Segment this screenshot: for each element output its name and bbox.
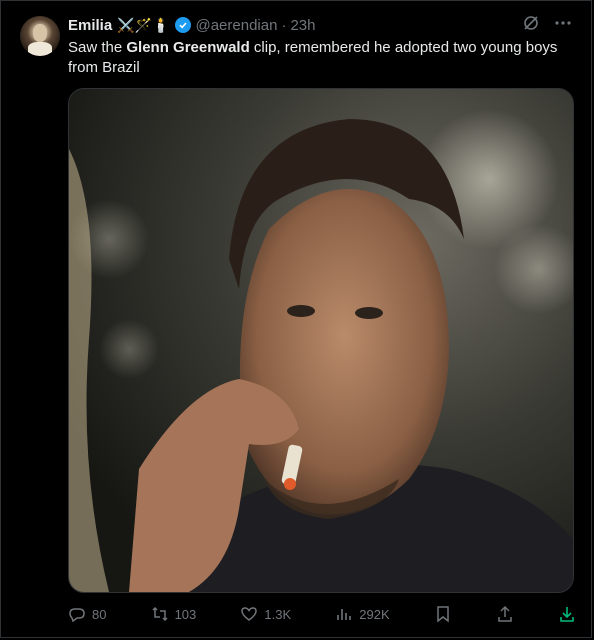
- repost-icon: [151, 605, 169, 623]
- verified-badge-icon[interactable]: [175, 17, 192, 33]
- grok-icon[interactable]: [522, 14, 540, 37]
- repost-button[interactable]: 103: [151, 605, 197, 623]
- tweet-text-bold: Glenn Greenwald: [126, 39, 250, 56]
- header-actions: [522, 14, 572, 37]
- tweet-actions: 80 103 1.3K 292K: [68, 603, 576, 625]
- author-badges: ⚔️🪄🕯️: [117, 16, 170, 33]
- tweet-media-image[interactable]: [68, 88, 574, 593]
- avatar-collar: [28, 42, 52, 56]
- reply-count: 80: [92, 606, 107, 622]
- reply-button[interactable]: 80: [68, 605, 106, 623]
- share-button[interactable]: [496, 605, 514, 623]
- separator-dot: ·: [281, 16, 287, 34]
- bookmark-icon: [434, 605, 452, 623]
- views-button[interactable]: 292K: [335, 605, 390, 623]
- avatar[interactable]: [20, 16, 60, 56]
- author-name[interactable]: Emilia: [68, 17, 112, 34]
- reply-icon: [68, 605, 86, 623]
- more-icon[interactable]: [554, 14, 572, 37]
- like-count: 1.3K: [264, 606, 292, 622]
- download-icon: [558, 605, 576, 623]
- share-icon: [496, 605, 514, 623]
- tweet-header: Emilia ⚔️🪄🕯️ @aerendian · 23h: [68, 14, 315, 36]
- repost-count: 103: [174, 606, 197, 622]
- tweet-text: Saw the Glenn Greenwald clip, remembered…: [68, 38, 568, 78]
- like-button[interactable]: 1.3K: [240, 605, 291, 623]
- download-button[interactable]: [558, 605, 576, 623]
- like-icon: [240, 605, 258, 623]
- bookmark-button[interactable]: [434, 605, 452, 623]
- views-count: 292K: [359, 606, 390, 622]
- media-illustration: [69, 89, 573, 592]
- tweet-timestamp[interactable]: 23h: [290, 17, 315, 34]
- tweet-text-before: Saw the: [68, 39, 127, 56]
- avatar-face: [33, 24, 47, 42]
- views-icon: [335, 605, 353, 623]
- author-handle[interactable]: @aerendian: [195, 17, 277, 34]
